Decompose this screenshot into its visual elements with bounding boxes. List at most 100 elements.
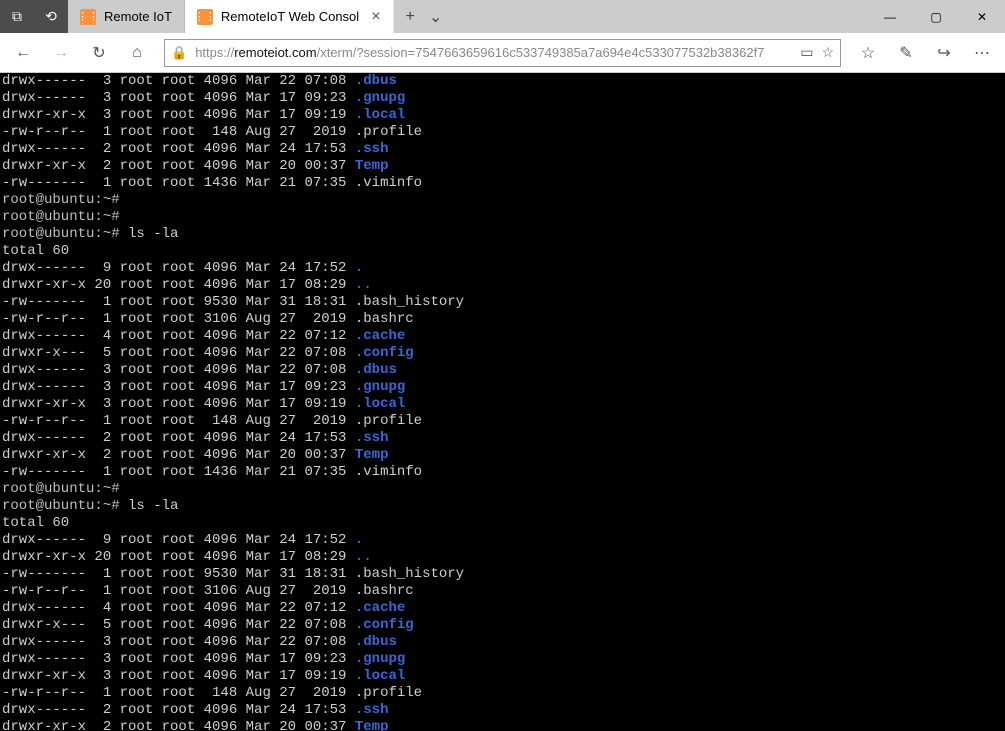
reload-button[interactable]: ↻ — [82, 36, 116, 70]
dir-name: .. — [355, 277, 372, 293]
ls-row: drwx------ 3 root root 4096 Mar 22 07:08… — [2, 634, 1003, 651]
file-name: .viminfo — [355, 175, 422, 191]
recent-tabs-icon[interactable]: ⟲ — [34, 0, 68, 33]
dir-name: Temp — [355, 447, 389, 463]
ls-row: -rw-r--r-- 1 root root 148 Aug 27 2019 .… — [2, 413, 1003, 430]
dir-name: Temp — [355, 719, 389, 731]
dir-name: .ssh — [355, 141, 389, 157]
file-name: .bashrc — [355, 311, 414, 327]
address-bar[interactable]: 🔒 https:// remoteiot.com /xterm/?session… — [164, 39, 841, 67]
dir-name: .local — [355, 396, 405, 412]
wifi-icon: ⋮⋮ — [80, 9, 96, 25]
ls-row: drwxr-x--- 5 root root 4096 Mar 22 07:08… — [2, 617, 1003, 634]
file-name: .profile — [355, 413, 422, 429]
new-tab-button[interactable]: + — [406, 8, 415, 26]
ls-row: -rw-r--r-- 1 root root 3106 Aug 27 2019 … — [2, 311, 1003, 328]
prompt-line: root@ubuntu:~# — [2, 481, 1003, 498]
ls-row: drwxr-xr-x 3 root root 4096 Mar 17 09:19… — [2, 396, 1003, 413]
ls-row: drwx------ 9 root root 4096 Mar 24 17:52… — [2, 532, 1003, 549]
tab-web-console[interactable]: ⋮⋮ RemoteIoT Web Consol × — [185, 0, 394, 33]
dir-name: .config — [355, 617, 414, 633]
total-line: total 60 — [2, 515, 1003, 532]
ls-row: drwxr-xr-x 2 root root 4096 Mar 20 00:37… — [2, 158, 1003, 175]
tabs: ⋮⋮ Remote IoT ⋮⋮ RemoteIoT Web Consol × … — [68, 0, 867, 33]
dir-name: .dbus — [355, 634, 397, 650]
dir-name: .cache — [355, 328, 405, 344]
favorite-star-icon[interactable]: ☆ — [821, 44, 834, 61]
ls-row: drwxr-xr-x 20 root root 4096 Mar 17 08:2… — [2, 549, 1003, 566]
terminal-output[interactable]: drwx------ 3 root root 4096 Mar 22 07:08… — [0, 73, 1005, 731]
ls-row: drwxr-x--- 5 root root 4096 Mar 22 07:08… — [2, 345, 1003, 362]
prompt-line: root@ubuntu:~# ls -la — [2, 226, 1003, 243]
dir-name: . — [355, 260, 363, 276]
ls-row: -rw-r--r-- 1 root root 3106 Aug 27 2019 … — [2, 583, 1003, 600]
tab-remote-iot[interactable]: ⋮⋮ Remote IoT — [68, 0, 185, 33]
file-name: .bash_history — [355, 566, 464, 582]
close-window-button[interactable]: ✕ — [959, 0, 1005, 33]
cmd: ls -la — [128, 226, 178, 242]
ls-row: drwxr-xr-x 3 root root 4096 Mar 17 09:19… — [2, 668, 1003, 685]
dir-name: .local — [355, 668, 405, 684]
ls-row: -rw------- 1 root root 1436 Mar 21 07:35… — [2, 175, 1003, 192]
dir-name: . — [355, 532, 363, 548]
url-text: https:// remoteiot.com /xterm/?session=7… — [195, 45, 792, 60]
dir-name: .. — [355, 549, 372, 565]
toolbar: ← → ↻ ⌂ 🔒 https:// remoteiot.com /xterm/… — [0, 33, 1005, 73]
ls-row: drwx------ 2 root root 4096 Mar 24 17:53… — [2, 430, 1003, 447]
tabs-aside-icon[interactable]: ⧉ — [0, 0, 34, 33]
ls-row: drwx------ 2 root root 4096 Mar 24 17:53… — [2, 141, 1003, 158]
dir-name: Temp — [355, 158, 389, 174]
dir-name: .dbus — [355, 362, 397, 378]
ls-row: drwxr-xr-x 2 root root 4096 Mar 20 00:37… — [2, 447, 1003, 464]
dir-name: .cache — [355, 600, 405, 616]
dir-name: .gnupg — [355, 90, 405, 106]
dir-name: .gnupg — [355, 379, 405, 395]
settings-more-icon[interactable]: ⋯ — [965, 36, 999, 70]
reading-view-icon[interactable]: ▭ — [800, 44, 813, 61]
favorites-hub-icon[interactable]: ☆ — [851, 36, 885, 70]
dir-name: .config — [355, 345, 414, 361]
ls-row: drwx------ 3 root root 4096 Mar 17 09:23… — [2, 651, 1003, 668]
cmd: ls -la — [128, 498, 178, 514]
tab-label: Remote IoT — [104, 9, 172, 24]
file-name: .bash_history — [355, 294, 464, 310]
prompt-line: root@ubuntu:~# — [2, 192, 1003, 209]
window-controls: — ▢ ✕ — [867, 0, 1005, 33]
ls-row: drwxr-xr-x 3 root root 4096 Mar 17 09:19… — [2, 107, 1003, 124]
file-name: .bashrc — [355, 583, 414, 599]
back-button[interactable]: ← — [6, 36, 40, 70]
ls-row: drwx------ 3 root root 4096 Mar 17 09:23… — [2, 90, 1003, 107]
dir-name: .local — [355, 107, 405, 123]
minimize-button[interactable]: — — [867, 0, 913, 33]
prompt-line: root@ubuntu:~# ls -la — [2, 498, 1003, 515]
home-button[interactable]: ⌂ — [120, 36, 154, 70]
share-icon[interactable]: ↪ — [927, 36, 961, 70]
tab-label: RemoteIoT Web Consol — [221, 9, 359, 24]
newtab-area: + ⌄ — [394, 0, 443, 33]
ls-row: drwx------ 4 root root 4096 Mar 22 07:12… — [2, 328, 1003, 345]
notes-icon[interactable]: ✎ — [889, 36, 923, 70]
ls-row: -rw------- 1 root root 1436 Mar 21 07:35… — [2, 464, 1003, 481]
file-name: .viminfo — [355, 464, 422, 480]
file-name: .profile — [355, 685, 422, 701]
ls-row: drwx------ 2 root root 4096 Mar 24 17:53… — [2, 702, 1003, 719]
ls-row: -rw------- 1 root root 9530 Mar 31 18:31… — [2, 566, 1003, 583]
prompt-line: root@ubuntu:~# — [2, 209, 1003, 226]
tab-menu-chevron-icon[interactable]: ⌄ — [429, 7, 442, 27]
dir-name: .ssh — [355, 702, 389, 718]
close-tab-icon[interactable]: × — [371, 8, 380, 26]
dir-name: .gnupg — [355, 651, 405, 667]
ls-row: -rw-r--r-- 1 root root 148 Aug 27 2019 .… — [2, 124, 1003, 141]
ls-row: drwxr-xr-x 2 root root 4096 Mar 20 00:37… — [2, 719, 1003, 731]
wifi-icon: ⋮⋮ — [197, 9, 213, 25]
ls-row: -rw------- 1 root root 9530 Mar 31 18:31… — [2, 294, 1003, 311]
ls-row: -rw-r--r-- 1 root root 148 Aug 27 2019 .… — [2, 685, 1003, 702]
ls-row: drwx------ 3 root root 4096 Mar 22 07:08… — [2, 362, 1003, 379]
dir-name: .ssh — [355, 430, 389, 446]
ls-row: drwx------ 4 root root 4096 Mar 22 07:12… — [2, 600, 1003, 617]
maximize-button[interactable]: ▢ — [913, 0, 959, 33]
total-line: total 60 — [2, 243, 1003, 260]
forward-button[interactable]: → — [44, 36, 78, 70]
ls-row: drwx------ 3 root root 4096 Mar 22 07:08… — [2, 73, 1003, 90]
file-name: .profile — [355, 124, 422, 140]
